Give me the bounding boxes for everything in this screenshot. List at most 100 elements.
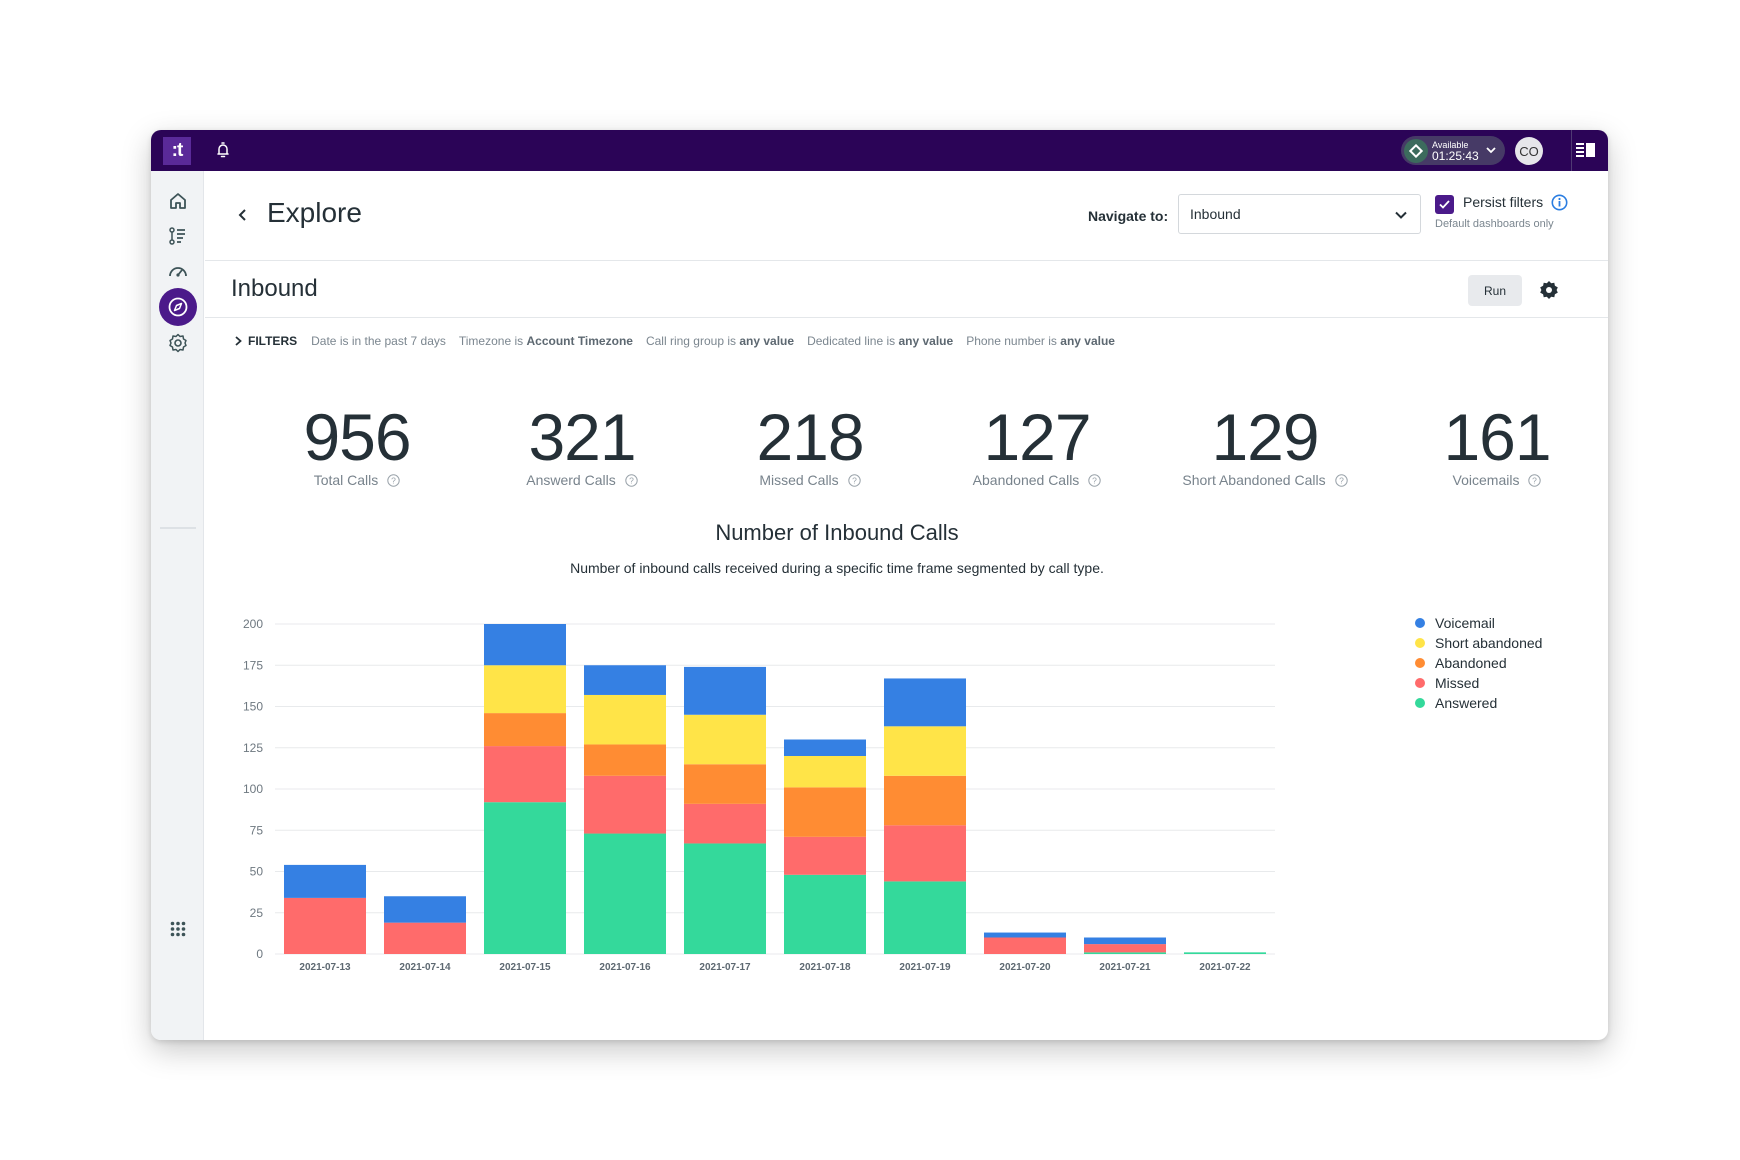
- bar-segment-voicemail[interactable]: [384, 896, 466, 923]
- bar-segment-voicemail[interactable]: [884, 678, 966, 727]
- bar-segment-voicemail[interactable]: [784, 739, 866, 757]
- help-icon[interactable]: ?: [1528, 473, 1542, 487]
- bar-segment-missed[interactable]: [484, 746, 566, 803]
- bar-segment-missed[interactable]: [584, 775, 666, 834]
- bar-segment-voicemail[interactable]: [984, 932, 1066, 938]
- sidebar-item-explore[interactable]: [159, 288, 197, 326]
- filter-field: Call ring group: [645, 334, 724, 348]
- chevron-right-icon: [235, 336, 242, 346]
- run-button[interactable]: Run: [1468, 275, 1522, 306]
- filter-value: Account Timezone: [526, 334, 633, 348]
- bar-segment-missed[interactable]: [384, 922, 466, 954]
- help-icon[interactable]: ?: [387, 473, 400, 487]
- availability-status-dropdown[interactable]: Available 01:25:43: [1401, 136, 1505, 165]
- bar-segment-short-abandoned[interactable]: [684, 714, 766, 765]
- legend-item[interactable]: Voicemail: [1415, 613, 1542, 633]
- bar-segment-missed[interactable]: [884, 825, 966, 882]
- bar-segment-answered[interactable]: [1084, 952, 1166, 954]
- help-icon[interactable]: ?: [847, 473, 861, 487]
- sidebar-item-dashboards[interactable]: [164, 257, 192, 285]
- filter-chip-dedicated-line[interactable]: Dedicated line is any value: [807, 334, 953, 348]
- bar-segment-voicemail[interactable]: [284, 864, 366, 898]
- kpi-value: 321: [528, 400, 636, 474]
- svg-text:?: ?: [1339, 475, 1344, 485]
- help-icon[interactable]: ?: [625, 473, 638, 487]
- filter-value: any value: [898, 334, 954, 348]
- bar-segment-abandoned[interactable]: [884, 775, 966, 826]
- bar-segment-missed[interactable]: [784, 836, 866, 875]
- sidebar-item-home[interactable]: [164, 187, 192, 215]
- bar-segment-answered[interactable]: [684, 843, 766, 954]
- bar-segment-answered[interactable]: [584, 833, 666, 954]
- sidebar-item-apps[interactable]: [164, 915, 192, 943]
- settings-gear-icon[interactable]: [1539, 280, 1559, 300]
- bar-segment-abandoned[interactable]: [484, 713, 566, 747]
- sidebar-item-settings[interactable]: [164, 329, 192, 357]
- main-content: Explore Navigate to: Inbound Persist fil…: [205, 171, 1608, 1040]
- bar-segment-short-abandoned[interactable]: [784, 756, 866, 788]
- user-avatar[interactable]: CO: [1515, 137, 1543, 165]
- bar-segment-voicemail[interactable]: [684, 666, 766, 715]
- bar-segment-missed[interactable]: [1084, 944, 1166, 953]
- filter-chip-phone-number[interactable]: Phone number is any value: [966, 334, 1115, 348]
- filter-field: Dedicated line: [807, 334, 884, 348]
- x-tick-label: 2021-07-14: [399, 962, 451, 973]
- navigate-to-select[interactable]: Inbound: [1178, 194, 1421, 234]
- kpi-label: Abandoned Calls: [972, 472, 1080, 488]
- filter-chip-timezone[interactable]: Timezone is Account Timezone: [459, 334, 633, 348]
- bar-segment-abandoned[interactable]: [584, 744, 666, 776]
- legend-item[interactable]: Answered: [1415, 693, 1542, 713]
- filter-field: Date: [311, 334, 337, 348]
- filter-op: is: [1048, 334, 1057, 348]
- report-header: Inbound Run: [205, 262, 1608, 318]
- report-title: Inbound: [231, 275, 318, 302]
- bell-icon[interactable]: [213, 140, 233, 160]
- persist-filters-checkbox[interactable]: [1435, 195, 1454, 214]
- legend-label: Short abandoned: [1435, 635, 1543, 651]
- filters-toggle[interactable]: FILTERS: [234, 334, 297, 348]
- persist-filters-label[interactable]: Persist filters: [1463, 194, 1543, 210]
- help-icon[interactable]: ?: [1334, 473, 1348, 487]
- bar-segment-voicemail[interactable]: [484, 624, 566, 666]
- kpi-row: 956 Total Calls? 321 Answerd Calls? 218 …: [227, 400, 1557, 488]
- bar-segment-voicemail[interactable]: [1084, 937, 1166, 945]
- app-logo[interactable]: :t: [163, 137, 191, 165]
- legend-item[interactable]: Missed: [1415, 673, 1542, 693]
- filter-chip-date[interactable]: Date is in the past 7 days: [311, 334, 446, 348]
- sidebar-item-activity[interactable]: [164, 222, 192, 250]
- bar-segment-short-abandoned[interactable]: [884, 726, 966, 776]
- legend-label: Abandoned: [1435, 655, 1507, 671]
- legend-label: Missed: [1435, 675, 1480, 691]
- info-icon[interactable]: [1551, 194, 1568, 211]
- y-tick-label: 50: [250, 865, 264, 879]
- gear-icon: [169, 333, 187, 353]
- filter-op: is: [514, 334, 524, 348]
- legend-item[interactable]: Abandoned: [1415, 653, 1542, 673]
- bar-segment-short-abandoned[interactable]: [584, 694, 666, 745]
- y-tick-label: 75: [250, 823, 264, 837]
- kpi-short-abandoned-calls: 129 Short Abandoned Calls?: [1155, 404, 1375, 488]
- bar-segment-abandoned[interactable]: [784, 787, 866, 837]
- y-tick-label: 175: [243, 658, 263, 672]
- sidebar-divider: [160, 527, 196, 529]
- help-icon[interactable]: ?: [1088, 473, 1102, 487]
- legend-label: Voicemail: [1435, 615, 1495, 631]
- chevron-down-icon: [1486, 147, 1496, 154]
- bar-segment-missed[interactable]: [684, 803, 766, 844]
- bar-segment-answered[interactable]: [784, 874, 866, 954]
- bar-segment-abandoned[interactable]: [684, 764, 766, 804]
- back-chevron-icon[interactable]: [235, 207, 251, 223]
- legend-item[interactable]: Short abandoned: [1415, 633, 1542, 653]
- bar-segment-answered[interactable]: [884, 881, 966, 954]
- compass-icon: [168, 297, 188, 317]
- filter-chip-call-ring-group[interactable]: Call ring group is any value: [646, 334, 794, 348]
- side-panel-toggle-icon[interactable]: [1576, 142, 1596, 158]
- bar-segment-missed[interactable]: [984, 937, 1066, 955]
- bar-segment-missed[interactable]: [284, 897, 366, 954]
- legend-dot-icon: [1415, 658, 1425, 668]
- bar-segment-voicemail[interactable]: [584, 665, 666, 695]
- bar-segment-answered[interactable]: [484, 802, 566, 954]
- kpi-label: Missed Calls: [759, 472, 839, 488]
- bar-segment-short-abandoned[interactable]: [484, 665, 566, 714]
- bar-segment-answered[interactable]: [1184, 952, 1266, 954]
